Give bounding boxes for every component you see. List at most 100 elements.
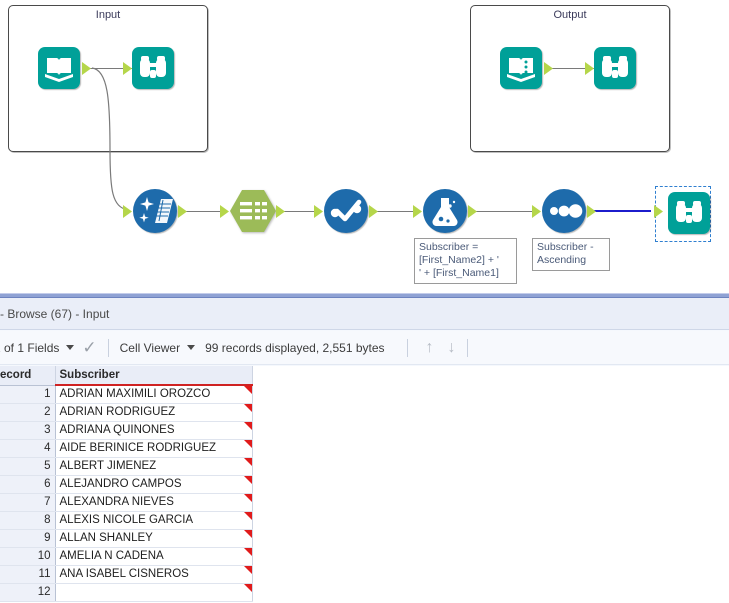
table-row[interactable]: 1 ADRIAN MAXIMILI OROZCO xyxy=(0,385,253,404)
table-row[interactable]: 8 ALEXIS NICOLE GARCIA xyxy=(0,511,253,530)
cell-record-number[interactable]: 2 xyxy=(0,403,56,422)
three-dots-icon xyxy=(550,204,583,218)
table-row[interactable]: 3 ADRIANA QUINONES xyxy=(0,421,253,440)
toolbar-divider xyxy=(406,338,408,357)
browse-tool-input-body[interactable] xyxy=(132,47,174,89)
cell-record-number[interactable]: 9 xyxy=(0,529,56,548)
formula-tool[interactable] xyxy=(413,189,477,233)
table-columns-icon xyxy=(230,190,276,232)
input-data-tool-body[interactable] xyxy=(38,47,80,89)
toolbar-divider xyxy=(107,338,109,357)
unique-tool[interactable] xyxy=(314,189,378,233)
cell-record-number[interactable]: 1 xyxy=(0,385,56,404)
table-row[interactable]: 11 ANA ISABEL CISNEROS xyxy=(0,565,253,584)
cell-subscriber[interactable]: AIDE BERINICE RODRIGUEZ xyxy=(55,439,253,458)
wire-formula-to-sort xyxy=(470,211,538,212)
cell-record-number[interactable]: 5 xyxy=(0,457,56,476)
checkmark-icon[interactable]: ✓ xyxy=(82,339,96,356)
data-cleansing-input-port[interactable] xyxy=(123,205,132,218)
chevron-down-icon[interactable] xyxy=(66,345,75,350)
table-row[interactable]: 2 ADRIAN RODRIGUEZ xyxy=(0,403,253,422)
sort-output-port[interactable] xyxy=(587,205,596,218)
table-body: 1 ADRIAN MAXIMILI OROZCO 2 ADRIAN RODRIGUEZ… xyxy=(0,385,253,602)
cell-truncation-flag-icon xyxy=(243,547,251,556)
cell-truncation-flag-icon xyxy=(243,475,251,484)
cell-record-number[interactable]: 4 xyxy=(0,439,56,458)
sort-tool[interactable] xyxy=(532,189,596,233)
sort-input-port[interactable] xyxy=(532,205,541,218)
table-row[interactable]: 12 xyxy=(0,583,253,602)
output-data-tool[interactable] xyxy=(500,47,553,89)
unique-tool-body[interactable] xyxy=(324,189,368,233)
unique-input-port[interactable] xyxy=(314,205,323,218)
cell-subscriber[interactable]: ALBERT JIMENEZ xyxy=(55,457,253,476)
table-row[interactable]: 6 ALEJANDRO CAMPOS xyxy=(0,475,253,494)
arrow-up-icon[interactable]: ↑ xyxy=(426,339,434,356)
results-grid[interactable]: ecord Subscriber 1 ADRIAN MAXIMILI OROZCO… xyxy=(0,366,729,603)
workflow-canvas[interactable]: Input Output Subscriber = [First_Name2] … xyxy=(0,0,729,293)
records-status-label: 99 records displayed, 2,551 bytes xyxy=(205,340,385,355)
formula-output-port[interactable] xyxy=(468,205,477,218)
cell-subscriber[interactable]: ALEJANDRO CAMPOS xyxy=(55,475,253,494)
cell-subscriber[interactable]: ALEXIS NICOLE GARCIA xyxy=(55,511,253,530)
unique-output-port[interactable] xyxy=(369,205,378,218)
formula-input-port[interactable] xyxy=(413,205,422,218)
table-row[interactable]: 4 AIDE BERINICE RODRIGUEZ xyxy=(0,439,253,458)
cell-record-number[interactable]: 7 xyxy=(0,493,56,512)
cell-record-number[interactable]: 3 xyxy=(0,421,56,440)
browse-panel-titlebar[interactable]: - Browse (67) - Input xyxy=(0,298,729,330)
table-row[interactable]: 7 ALEXANDRA NIEVES xyxy=(0,493,253,512)
formula-tool-body[interactable] xyxy=(423,189,467,233)
cell-truncation-flag-icon xyxy=(243,421,251,430)
table-row[interactable]: 10 AMELIA N CADENA xyxy=(0,547,253,566)
cell-record-number[interactable]: 8 xyxy=(0,511,56,530)
cell-truncation-flag-icon xyxy=(243,583,251,592)
cell-subscriber[interactable]: ALEXANDRA NIEVES xyxy=(55,493,253,512)
cell-record-number[interactable]: 12 xyxy=(0,583,56,602)
flask-icon xyxy=(432,198,458,226)
table-row[interactable]: 9 ALLAN SHANLEY xyxy=(0,529,253,548)
cell-subscriber-text: AIDE BERINICE RODRIGUEZ xyxy=(59,442,217,454)
select-tool[interactable] xyxy=(220,189,285,233)
cell-subscriber[interactable]: AMELIA N CADENA xyxy=(55,547,253,566)
arrow-down-icon[interactable]: ↓ xyxy=(448,339,456,356)
select-tool-body[interactable] xyxy=(229,189,277,233)
column-header-subscriber[interactable]: Subscriber xyxy=(55,366,253,386)
table-row[interactable]: 5 ALBERT JIMENEZ xyxy=(0,457,253,476)
browse-tool-output-body[interactable] xyxy=(594,47,636,89)
wire-unique-to-formula xyxy=(375,211,415,212)
cell-record-number[interactable]: 6 xyxy=(0,475,56,494)
cell-record-number[interactable]: 11 xyxy=(0,565,56,584)
browse-toolbar[interactable]: 1 of 1 Fields ✓ Cell Viewer 99 records d… xyxy=(0,331,729,365)
results-table[interactable]: ecord Subscriber 1 ADRIAN MAXIMILI OROZCO… xyxy=(0,366,253,602)
input-data-tool[interactable] xyxy=(38,47,91,89)
cell-subscriber[interactable]: ALLAN SHANLEY xyxy=(55,529,253,548)
data-cleansing-tool-body[interactable] xyxy=(133,189,177,233)
alteryx-designer-window: Input Output Subscriber = [First_Name2] … xyxy=(0,0,729,603)
cell-subscriber-text: ALEXANDRA NIEVES xyxy=(59,496,174,508)
data-cleansing-tool[interactable] xyxy=(123,189,187,233)
fields-selector-label[interactable]: 1 of 1 Fields xyxy=(0,341,59,355)
browse-tool-output[interactable] xyxy=(585,47,636,89)
cell-subscriber[interactable] xyxy=(55,583,253,602)
data-cleansing-output-port[interactable] xyxy=(178,205,187,218)
cell-subscriber[interactable]: ADRIANA QUINONES xyxy=(55,421,253,440)
chevron-down-icon[interactable] xyxy=(187,345,196,350)
column-header-record[interactable]: ecord xyxy=(0,366,56,386)
output-data-tool-body[interactable] xyxy=(500,47,542,89)
cell-subscriber[interactable]: ADRIAN RODRIGUEZ xyxy=(55,403,253,422)
cell-truncation-flag-icon xyxy=(243,511,251,520)
cell-subscriber[interactable]: ANA ISABEL CISNEROS xyxy=(55,565,253,584)
select-input-port[interactable] xyxy=(220,205,229,218)
formula-annotation[interactable]: Subscriber = [First_Name2] + ' ' + [Firs… xyxy=(414,238,517,284)
cell-subscriber[interactable]: ADRIAN MAXIMILI OROZCO xyxy=(55,385,253,404)
output-container-title: Output xyxy=(553,9,587,21)
browse-tool-selected-body[interactable] xyxy=(668,192,710,234)
browse-tool-input[interactable] xyxy=(123,47,174,89)
select-output-port[interactable] xyxy=(276,205,285,218)
sort-annotation[interactable]: Subscriber - Ascending xyxy=(532,238,610,271)
browse-tool-selected[interactable] xyxy=(654,192,710,234)
sort-tool-body[interactable] xyxy=(542,189,586,233)
cell-record-number[interactable]: 10 xyxy=(0,547,56,566)
cell-viewer-label[interactable]: Cell Viewer xyxy=(120,341,180,355)
